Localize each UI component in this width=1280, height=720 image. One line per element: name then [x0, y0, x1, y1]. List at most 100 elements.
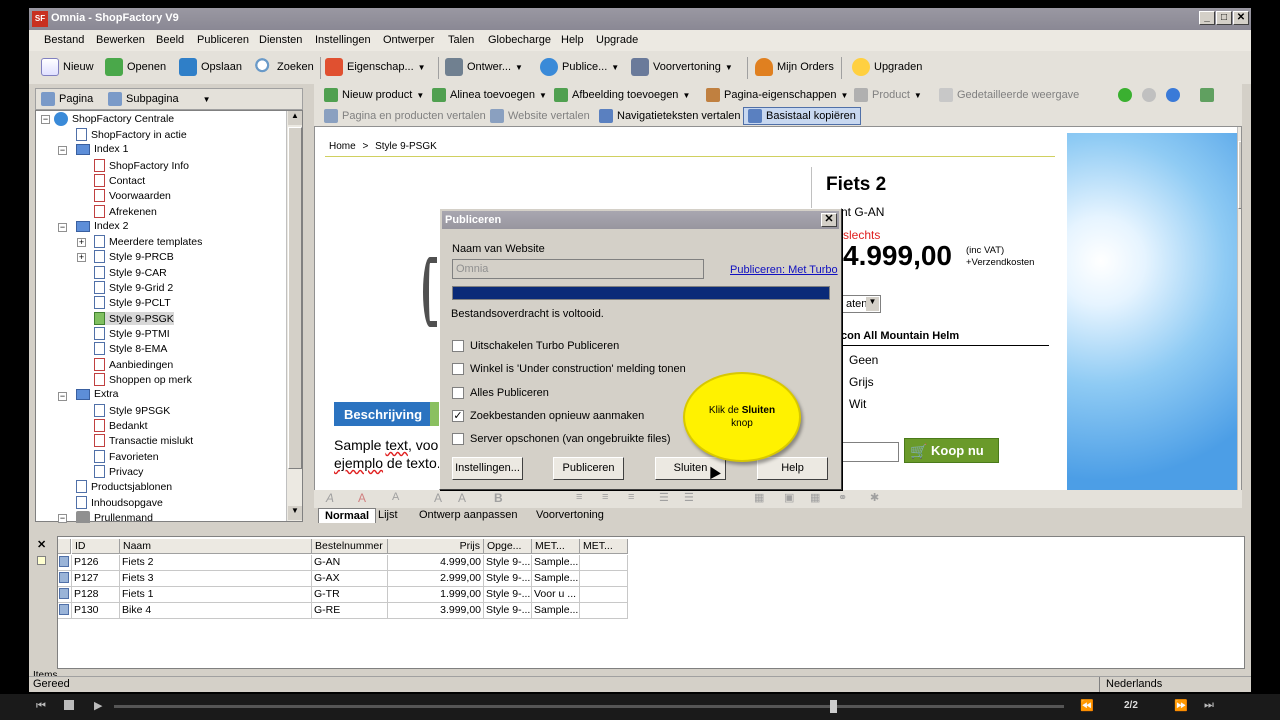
- scroll-up-icon[interactable]: ▲: [1238, 127, 1242, 139]
- table-cell[interactable]: [580, 587, 628, 603]
- align-left-icon[interactable]: ≡: [576, 491, 582, 503]
- option-grijs[interactable]: Grijs: [849, 375, 874, 389]
- close-icon[interactable]: ✕: [37, 538, 46, 551]
- new-button[interactable]: Nieuw: [41, 58, 94, 76]
- scroll-thumb[interactable]: [1238, 141, 1241, 209]
- orders-button[interactable]: Mijn Orders: [755, 58, 834, 76]
- checkbox-construction[interactable]: Winkel is 'Under construction' melding t…: [452, 363, 686, 375]
- tree-item[interactable]: Style 9-PRCB: [94, 250, 174, 263]
- tree-item-inhoud[interactable]: Inhoudsopgave: [76, 496, 163, 509]
- design-button[interactable]: Ontwer... ▼: [445, 58, 523, 76]
- checkbox-zoekbestanden[interactable]: ✓ Zoekbestanden opnieuw aanmaken: [452, 410, 644, 422]
- menu-diensten[interactable]: Diensten: [259, 34, 302, 46]
- tree-item[interactable]: Favorieten: [94, 450, 159, 463]
- col-prijs[interactable]: Prijs: [388, 539, 484, 554]
- table-cell[interactable]: P130: [72, 603, 120, 619]
- menu-instellingen[interactable]: Instellingen: [315, 34, 371, 46]
- help-button[interactable]: Help: [757, 457, 828, 480]
- menu-globecharge[interactable]: Globecharge: [488, 34, 551, 46]
- spellcheck-icon[interactable]: [1200, 88, 1214, 102]
- menu-beeld[interactable]: Beeld: [156, 34, 184, 46]
- menu-bewerken[interactable]: Bewerken: [96, 34, 145, 46]
- buy-now-button[interactable]: 🛒 Koop nu: [904, 438, 999, 463]
- collapse-toggle[interactable]: −: [41, 115, 50, 124]
- col-naam[interactable]: Naam: [120, 539, 312, 554]
- tab-subpagina[interactable]: Subpagina ▼: [108, 92, 211, 106]
- editor-scrollbar[interactable]: ▲ ▼: [1237, 127, 1242, 495]
- chevron-down-icon[interactable]: ▼: [539, 91, 547, 100]
- table-cell[interactable]: G-TR: [312, 587, 388, 603]
- chevron-down-icon[interactable]: ▼: [416, 91, 424, 100]
- table-cell[interactable]: 2.999,00: [388, 571, 484, 587]
- expand-toggle[interactable]: +: [77, 253, 86, 262]
- menu-help[interactable]: Help: [561, 34, 584, 46]
- tab-ontwerp[interactable]: Ontwerp aanpassen: [419, 509, 517, 521]
- copy-base-language-button[interactable]: Basistaal kopiëren: [743, 107, 861, 125]
- chevron-down-icon[interactable]: ▼: [418, 63, 426, 72]
- save-button[interactable]: Opslaan: [179, 58, 242, 76]
- search-button[interactable]: Zoeken: [255, 58, 314, 76]
- tree-item[interactable]: Contact: [94, 174, 145, 187]
- tree-item-extra[interactable]: Extra: [76, 388, 119, 400]
- detail-view-button[interactable]: Gedetailleerde weergave: [939, 88, 1079, 102]
- font-color-icon[interactable]: A: [358, 491, 366, 505]
- tree-item[interactable]: Meerdere templates: [94, 235, 202, 248]
- filter-icon[interactable]: [37, 556, 46, 565]
- chevron-down-icon[interactable]: ▼: [203, 95, 211, 104]
- checkbox-box[interactable]: [452, 340, 464, 352]
- col-id[interactable]: ID: [72, 539, 120, 554]
- table-cell[interactable]: G-RE: [312, 603, 388, 619]
- font-shrink-icon[interactable]: A: [458, 491, 466, 505]
- table-cell[interactable]: [580, 555, 628, 571]
- turbo-link[interactable]: Publiceren: Met Turbo: [730, 264, 838, 276]
- properties-button[interactable]: Eigenschap... ▼: [325, 58, 426, 76]
- font-grow-icon[interactable]: A: [434, 491, 442, 505]
- table-cell[interactable]: Fiets 3: [120, 571, 312, 587]
- skip-forward-icon[interactable]: ⏭: [1204, 699, 1214, 712]
- tree-item[interactable]: Aanbiedingen: [94, 358, 173, 371]
- tab-voorvertoning[interactable]: Voorvertoning: [536, 509, 604, 521]
- tree-item[interactable]: ShopFactory Info: [94, 159, 189, 172]
- table-cell[interactable]: Bike 4: [120, 603, 312, 619]
- option-geen[interactable]: Geen: [849, 353, 878, 367]
- chevron-down-icon[interactable]: ▼: [682, 91, 690, 100]
- col-met1[interactable]: MET...: [532, 539, 580, 554]
- table-cell[interactable]: Fiets 1: [120, 587, 312, 603]
- tab-pagina[interactable]: Pagina: [41, 92, 93, 106]
- table-cell[interactable]: Style 9-...: [484, 603, 532, 619]
- prev-icon[interactable]: ⏪: [1080, 699, 1094, 712]
- collapse-toggle[interactable]: −: [58, 146, 67, 155]
- menu-talen[interactable]: Talen: [448, 34, 474, 46]
- add-image-button[interactable]: Afbeelding toevoegen ▼: [554, 88, 690, 102]
- tree-item[interactable]: Style 9-CAR: [94, 266, 167, 279]
- grid-icon[interactable]: ▦: [810, 491, 820, 504]
- tree-scrollbar[interactable]: ▲ ▼: [286, 111, 302, 521]
- numbered-list-icon[interactable]: ☰: [684, 491, 694, 504]
- checkbox-box[interactable]: [452, 433, 464, 445]
- translate-nav-button[interactable]: Navigatieteksten vertalen: [599, 109, 741, 123]
- menu-bestand[interactable]: Bestand: [44, 34, 84, 46]
- tree-item-index2[interactable]: Index 2: [76, 220, 128, 232]
- chevron-down-icon[interactable]: ▼: [515, 63, 523, 72]
- table-cell[interactable]: G-AN: [312, 555, 388, 571]
- translate-website-button[interactable]: Website vertalen: [490, 109, 590, 123]
- collapse-toggle[interactable]: −: [58, 392, 67, 401]
- stop-icon[interactable]: [64, 700, 74, 710]
- chevron-down-icon[interactable]: ▼: [611, 63, 619, 72]
- align-center-icon[interactable]: ≡: [602, 491, 608, 503]
- tree-item[interactable]: Style 9-PTMI: [94, 327, 170, 340]
- table-icon[interactable]: ▦: [754, 491, 764, 504]
- chevron-down-icon[interactable]: ▼: [914, 91, 922, 100]
- option-wit[interactable]: Wit: [849, 397, 866, 411]
- quantity-select[interactable]: aten ▼: [841, 295, 881, 313]
- skip-back-icon[interactable]: ⏮: [36, 700, 46, 713]
- table-cell[interactable]: 4.999,00: [388, 555, 484, 571]
- play-icon[interactable]: ▶: [94, 699, 102, 712]
- dialog-close-icon[interactable]: ✕: [821, 213, 837, 227]
- table-cell[interactable]: P128: [72, 587, 120, 603]
- link-icon[interactable]: ⚭: [838, 491, 847, 504]
- add-paragraph-button[interactable]: Alinea toevoegen ▼: [432, 88, 547, 102]
- table-cell[interactable]: Style 9-...: [484, 555, 532, 571]
- table-cell[interactable]: Style 9-...: [484, 571, 532, 587]
- menu-publiceren[interactable]: Publiceren: [197, 34, 249, 46]
